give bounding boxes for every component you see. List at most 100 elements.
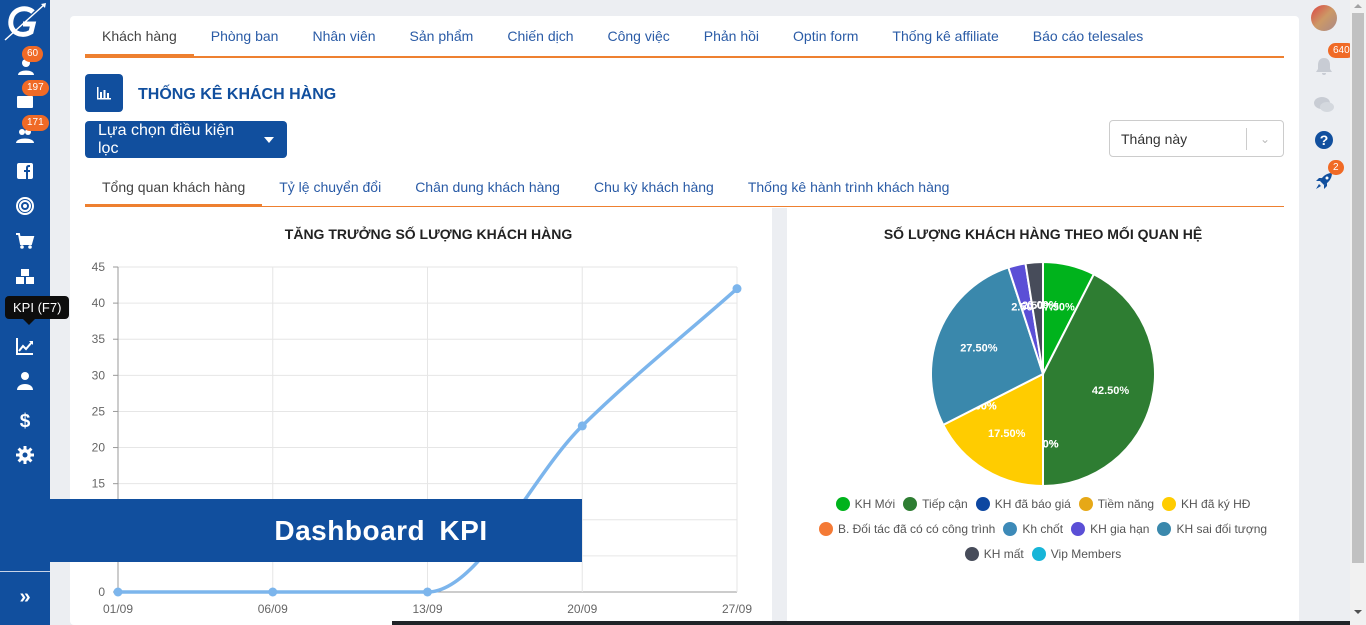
help-button[interactable]: ? <box>1313 129 1335 151</box>
legend-item[interactable]: Tiềm năng <box>1078 493 1154 515</box>
period-select[interactable]: Tháng này ⌄ <box>1109 120 1284 157</box>
caret-down-icon <box>264 136 274 143</box>
y-tick-label: 40 <box>92 296 106 310</box>
sub-tab[interactable]: Tổng quan khách hàng <box>85 170 263 207</box>
legend-swatch <box>1157 522 1172 536</box>
legend-item[interactable]: KH mất <box>964 543 1024 565</box>
sidebar-item-target[interactable] <box>0 191 50 221</box>
vertical-scrollbar[interactable] <box>1350 0 1366 625</box>
top-tab[interactable]: Phòng ban <box>194 16 296 56</box>
sidebar-badge: 197 <box>22 80 49 96</box>
legend-item[interactable]: KH sai đối tượng <box>1157 518 1267 540</box>
legend-label: KH sai đối tượng <box>1176 522 1268 536</box>
legend-swatch <box>1162 497 1177 511</box>
legend-label: KH đã ký HĐ <box>1181 497 1251 511</box>
sub-tab[interactable]: Thống kê hành trình khách hàng <box>731 170 967 206</box>
y-tick-label: 35 <box>92 332 106 346</box>
y-tick-label: 20 <box>92 441 106 455</box>
rocket-badge: 2 <box>1328 160 1344 175</box>
sidebar-item-users-group[interactable]: 171 <box>0 115 50 151</box>
legend-item[interactable]: KH gia hạn <box>1071 518 1149 540</box>
chat-button[interactable] <box>1313 94 1335 116</box>
legend-label: Vip Members <box>1050 547 1122 561</box>
sidebar-item-cart[interactable] <box>0 226 50 256</box>
app-logo[interactable] <box>3 2 47 42</box>
data-point <box>577 421 587 431</box>
data-point <box>732 284 742 294</box>
chevron-down-icon[interactable]: ⌄ <box>1247 132 1283 146</box>
top-tab[interactable]: Sản phẩm <box>393 16 491 56</box>
pie-data-label: 17.50% <box>988 428 1026 440</box>
cart-icon <box>16 233 35 249</box>
top-tab[interactable]: Nhân viên <box>295 16 392 56</box>
legend-item[interactable]: KH Mới <box>835 493 895 515</box>
legend-item[interactable]: Kh chốt <box>1003 518 1063 540</box>
gear-icon <box>16 446 34 464</box>
pie-legend: KH Mới Tiếp cận KH đã báo giá Tiềm năng KH đ… <box>800 493 1286 568</box>
x-tick-label: 01/09 <box>103 602 133 616</box>
help-icon: ? <box>1315 131 1333 149</box>
legend-item[interactable]: KH đã ký HĐ <box>1162 493 1250 515</box>
legend-label: Tiếp cận <box>922 497 968 511</box>
sidebar-item-kpi-chart[interactable] <box>0 331 50 361</box>
legend-item[interactable]: Vip Members <box>1031 543 1122 565</box>
y-tick-label: 45 <box>92 260 106 274</box>
bottom-strip <box>392 621 1350 625</box>
right-rail: 640 ? 2 <box>1305 0 1355 625</box>
top-tab[interactable]: Khách hàng <box>85 16 194 58</box>
legend-swatch <box>903 497 918 511</box>
legend-swatch <box>1031 547 1046 561</box>
top-tab[interactable]: Phản hồi <box>687 16 776 56</box>
banner-text: Dashboard KPI <box>274 514 488 546</box>
sub-tabs: Tổng quan khách hàng Tỷ lệ chuyển đổi Chân… <box>85 170 1284 207</box>
sub-tab[interactable]: Chân dung khách hàng <box>398 170 577 206</box>
sidebar-item-inbox[interactable]: 197 <box>0 80 50 116</box>
sidebar-item-user-tie[interactable] <box>0 366 50 396</box>
legend-item[interactable]: KH đã báo giá <box>975 493 1071 515</box>
sidebar-divider <box>0 571 50 572</box>
sidebar-item-facebook[interactable] <box>0 156 50 186</box>
top-tab[interactable]: Optin form <box>776 16 875 56</box>
bar-chart-icon <box>85 74 123 112</box>
sidebar-item-dollar[interactable]: $ <box>0 405 50 435</box>
svg-text:?: ? <box>1320 132 1329 148</box>
user-tie-icon <box>17 372 33 390</box>
legend-item[interactable]: B. Đối tác đã có có công trình <box>818 518 995 540</box>
top-tab[interactable]: Chiến dịch <box>490 16 590 56</box>
filter-conditions-button[interactable]: Lựa chọn điều kiện lọc <box>85 121 287 158</box>
chat-icon <box>1314 97 1334 112</box>
sub-tab[interactable]: Chu kỳ khách hàng <box>577 170 731 206</box>
data-point <box>423 587 432 597</box>
sidebar-item-gear[interactable] <box>0 440 50 470</box>
pie-data-label: 27.50% <box>960 342 998 354</box>
x-tick-label: 27/09 <box>722 602 752 616</box>
top-tab[interactable]: Thống kê affiliate <box>875 16 1015 56</box>
scroll-up-arrow[interactable] <box>1354 4 1362 8</box>
legend-swatch <box>975 497 990 511</box>
scroll-thumb[interactable] <box>1352 13 1364 563</box>
sidebar-item-cubes[interactable] <box>0 262 50 292</box>
facebook-icon <box>17 163 33 179</box>
top-tab[interactable]: Công việc <box>591 16 687 56</box>
dashboard-kpi-banner: Dashboard KPI <box>50 499 582 562</box>
scroll-down-arrow[interactable] <box>1354 610 1362 614</box>
dollar-icon: $ <box>20 411 31 430</box>
rocket-button[interactable]: 2 <box>1313 160 1344 192</box>
avatar[interactable] <box>1311 5 1337 31</box>
legend-label: KH đã báo giá <box>994 497 1071 511</box>
sub-tab[interactable]: Tỷ lệ chuyển đổi <box>262 170 398 206</box>
data-point <box>113 587 123 597</box>
sidebar-item-contacts[interactable]: 60 <box>0 46 50 82</box>
notifications-button[interactable]: 640 <box>1313 43 1355 77</box>
top-tabs: Khách hàng Phòng ban Nhân viên Sản phẩm Chiế… <box>85 16 1284 58</box>
pie-data-label: 42.50% <box>1092 385 1130 397</box>
expand-sidebar-button[interactable]: » <box>0 582 50 612</box>
legend-swatch <box>1003 522 1018 536</box>
legend-swatch <box>1071 522 1086 536</box>
kpi-chart-icon <box>16 338 33 355</box>
period-select-value: Tháng này <box>1121 130 1188 147</box>
y-tick-label: 15 <box>92 477 106 491</box>
legend-label: KH mất <box>983 547 1024 561</box>
legend-item[interactable]: Tiếp cận <box>903 493 968 515</box>
top-tab[interactable]: Báo cáo telesales <box>1016 16 1161 56</box>
